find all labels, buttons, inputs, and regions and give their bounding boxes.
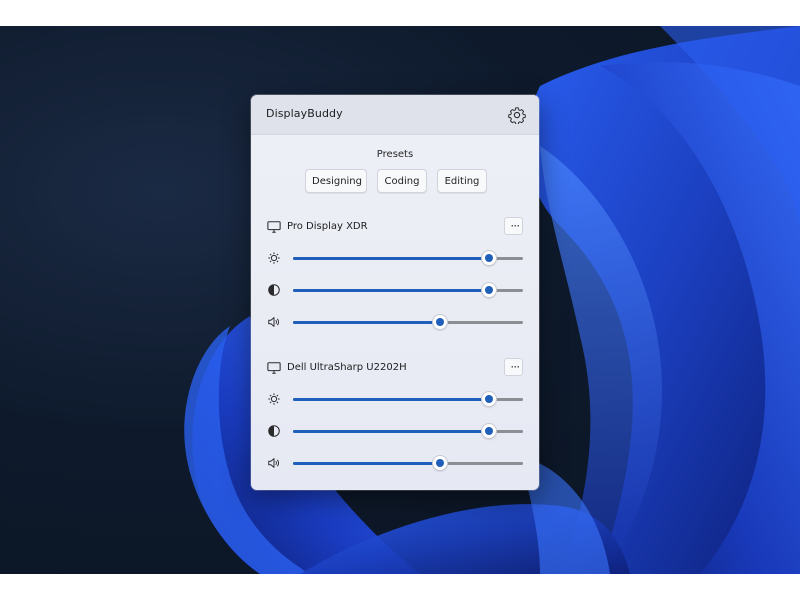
displaybuddy-flyout: DisplayBuddy Presets Designing Coding Ed… (251, 95, 539, 490)
screenshot-frame: DisplayBuddy Presets Designing Coding Ed… (0, 0, 800, 600)
slider-track[interactable] (293, 456, 523, 470)
monitor-name: Dell UltraSharp U2202H (287, 362, 407, 373)
brightness-icon (268, 252, 280, 264)
slider-fill (293, 257, 489, 260)
slider-thumb[interactable] (433, 315, 448, 329)
contrast-slider-0 (251, 280, 539, 300)
slider-thumb[interactable] (481, 251, 496, 265)
slider-track[interactable] (293, 315, 523, 329)
brightness-slider-1 (251, 389, 539, 409)
monitor-header-0: Pro Display XDR ··· (251, 217, 539, 239)
slider-track[interactable] (293, 283, 523, 297)
monitor-more-options-button[interactable]: ··· (504, 358, 523, 376)
app-title: DisplayBuddy (266, 107, 343, 120)
title-bar: DisplayBuddy (251, 95, 539, 135)
slider-track[interactable] (293, 251, 523, 265)
slider-track[interactable] (293, 424, 523, 438)
slider-track[interactable] (293, 392, 523, 406)
contrast-icon (268, 284, 280, 296)
slider-fill (293, 398, 489, 401)
slider-fill (293, 321, 441, 324)
volume-slider-0 (251, 312, 539, 332)
volume-icon (268, 458, 280, 468)
brightness-icon (268, 393, 280, 405)
monitor-name: Pro Display XDR (287, 221, 368, 232)
preset-coding-button[interactable]: Coding (377, 169, 427, 193)
volume-icon (268, 317, 280, 327)
slider-thumb[interactable] (481, 392, 496, 406)
slider-fill (293, 289, 489, 292)
presets-label: Presets (376, 149, 414, 160)
preset-editing-button[interactable]: Editing (437, 169, 487, 193)
monitor-icon (267, 362, 281, 374)
preset-designing-button[interactable]: Designing (305, 169, 367, 193)
slider-thumb[interactable] (481, 424, 496, 438)
slider-fill (293, 430, 489, 433)
volume-slider-1 (251, 453, 539, 473)
slider-thumb[interactable] (433, 456, 448, 470)
brightness-slider-0 (251, 248, 539, 268)
monitor-icon (267, 221, 281, 233)
contrast-slider-1 (251, 421, 539, 441)
monitor-header-1: Dell UltraSharp U2202H ··· (251, 358, 539, 380)
slider-thumb[interactable] (481, 283, 496, 297)
monitor-more-options-button[interactable]: ··· (504, 217, 523, 235)
desktop-wallpaper: DisplayBuddy Presets Designing Coding Ed… (0, 26, 800, 574)
slider-fill (293, 462, 441, 465)
contrast-icon (268, 425, 280, 437)
gear-icon[interactable] (508, 106, 526, 124)
